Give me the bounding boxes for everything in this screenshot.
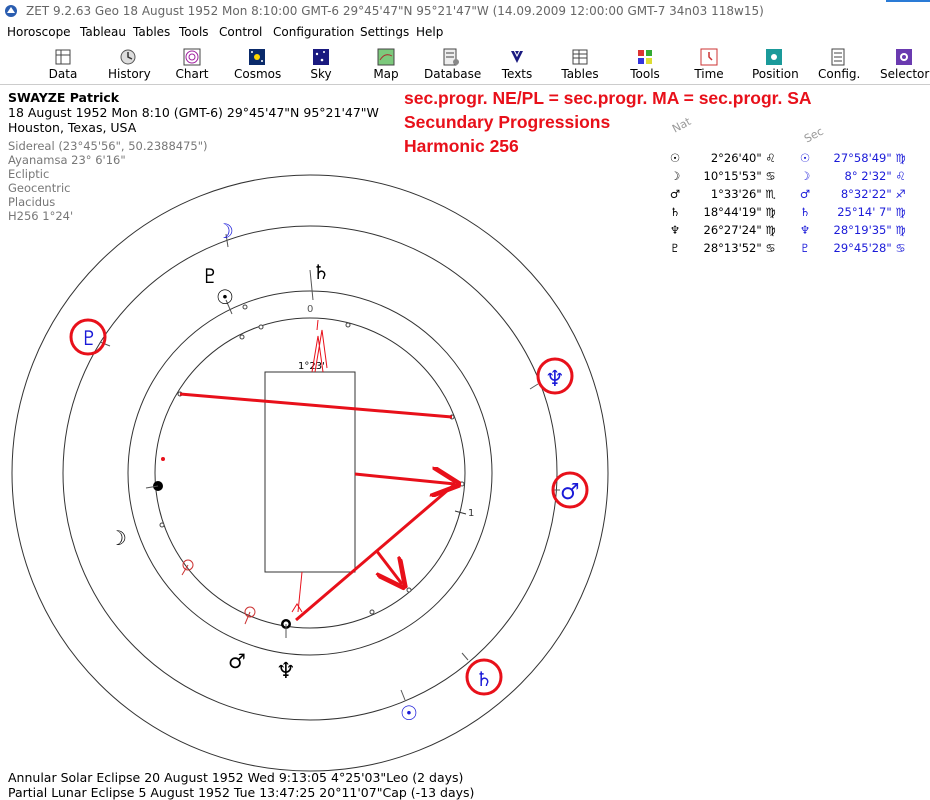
inner-mars-icon: ♂ [228, 649, 246, 673]
outer-sun-icon: ☉ [400, 701, 418, 725]
outer-ticks [99, 233, 560, 701]
eclipse-solar: Annular Solar Eclipse 20 August 1952 Wed… [8, 770, 464, 785]
inner-neptune-icon: ♆ [276, 659, 296, 684]
inner-saturn-icon: ♄ [312, 260, 330, 284]
aspect-lines [179, 392, 455, 622]
outer-pluto-icon: ♇ [80, 326, 98, 350]
harmonic-box-label: 1°23' [298, 361, 325, 372]
eclipse-lunar: Partial Lunar Eclipse 5 August 1952 Tue … [8, 785, 475, 800]
harmonic-wheel[interactable]: 1°23' 0 1 ♇ ☉ ♄ ☽ ♂ ♆ ☽ ♇ ♆ ♂ ♄ ☉ [0, 0, 930, 800]
ring-tick-marks [159, 304, 465, 615]
inner-top-label: 0 [307, 304, 313, 315]
wheel-rings [11, 174, 609, 772]
aspect-point [161, 457, 165, 461]
outer-neptune-icon: ♆ [545, 367, 565, 392]
inner-sun-icon: ☉ [216, 285, 234, 309]
aspect-point [453, 484, 457, 488]
outer-saturn-icon: ♄ [475, 667, 493, 691]
inner-right-label: 1 [468, 508, 474, 519]
outer-mars-icon: ♂ [560, 480, 580, 505]
outer-moon-icon: ☽ [216, 219, 234, 243]
inner-markers [145, 269, 314, 638]
inner-moon-icon: ☽ [109, 526, 127, 550]
